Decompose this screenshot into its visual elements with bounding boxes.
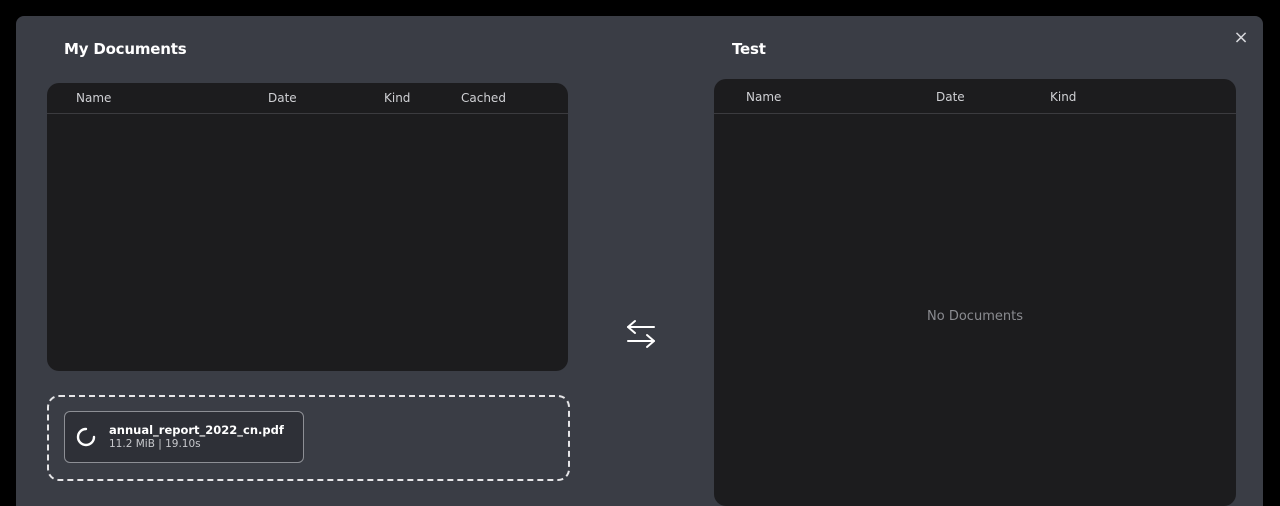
file-name: annual_report_2022_cn.pdf	[109, 423, 284, 437]
documents-modal: × My Documents Test Name Date Kind Cache…	[16, 16, 1263, 506]
test-title: Test	[732, 40, 766, 58]
column-header-date[interactable]: Date	[936, 90, 965, 104]
table-header: Name Date Kind	[714, 79, 1236, 114]
close-icon: ×	[1233, 27, 1249, 48]
empty-state-message: No Documents	[927, 309, 1023, 324]
my-documents-table: Name Date Kind Cached	[47, 83, 568, 371]
close-button[interactable]: ×	[1231, 28, 1251, 48]
test-documents-table: Name Date Kind No Documents	[714, 79, 1236, 506]
file-meta: 11.2 MiB | 19.10s	[109, 438, 201, 450]
column-header-name[interactable]: Name	[746, 90, 781, 104]
column-header-date[interactable]: Date	[268, 91, 297, 105]
uploading-file-card[interactable]: annual_report_2022_cn.pdf 11.2 MiB | 19.…	[64, 411, 304, 463]
upload-dropzone[interactable]: annual_report_2022_cn.pdf 11.2 MiB | 19.…	[47, 395, 570, 481]
loading-spinner-icon	[76, 427, 96, 447]
my-documents-title: My Documents	[64, 40, 187, 58]
column-header-name[interactable]: Name	[76, 91, 111, 105]
table-header: Name Date Kind Cached	[47, 83, 568, 114]
swap-arrows-icon[interactable]	[623, 318, 659, 350]
column-header-kind[interactable]: Kind	[1050, 90, 1076, 104]
column-header-cached[interactable]: Cached	[461, 91, 506, 105]
column-header-kind[interactable]: Kind	[384, 91, 410, 105]
